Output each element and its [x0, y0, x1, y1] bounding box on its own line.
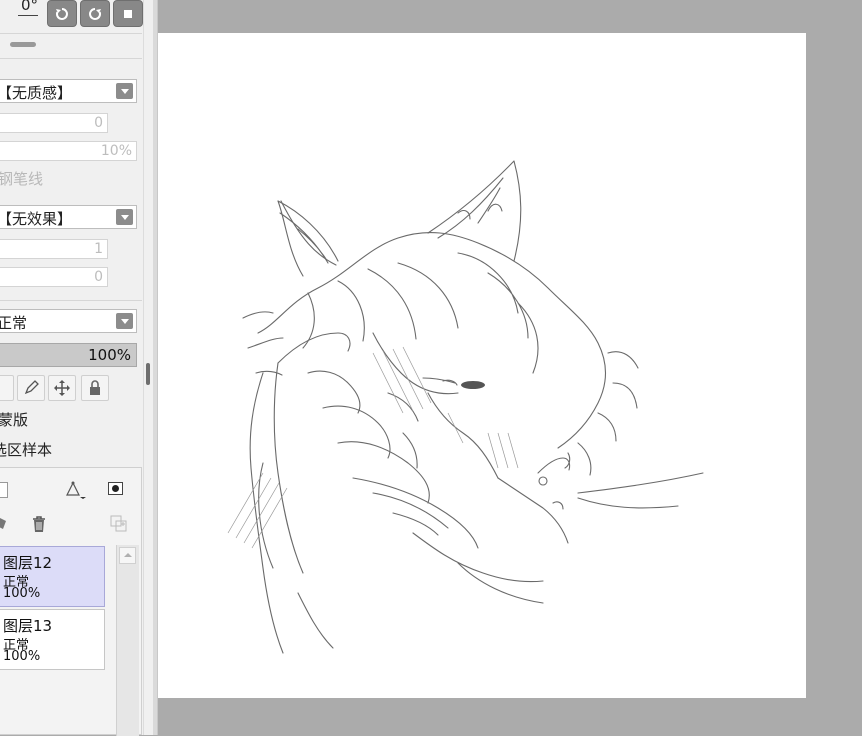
move-icon — [54, 380, 70, 396]
merge-layer-icon[interactable] — [109, 514, 129, 534]
layer-panel: 图层12 正常 100% 图层13 正常 100% — [0, 467, 142, 736]
rotate-ccw-button[interactable] — [47, 0, 77, 27]
layer-item[interactable]: 图层13 正常 100% — [0, 609, 105, 670]
mask-icon[interactable] — [108, 482, 123, 495]
panel-scroll-thumb[interactable] — [146, 363, 150, 385]
rotate-cw-icon — [89, 8, 102, 20]
layer-name: 图层12 — [3, 554, 53, 572]
move-lock-button[interactable] — [48, 375, 76, 401]
scroll-up-icon[interactable] — [119, 547, 136, 564]
chevron-down-icon[interactable] — [116, 209, 133, 225]
canvas[interactable] — [158, 33, 806, 698]
layer-opacity: 100% — [3, 649, 41, 664]
rotate-cw-button[interactable] — [80, 0, 110, 27]
reset-button[interactable] — [113, 0, 143, 27]
lock-icon — [90, 380, 100, 395]
texture-percent-field[interactable]: 10% — [0, 141, 137, 161]
pencil-icon — [24, 380, 39, 395]
reset-icon — [124, 10, 132, 18]
opacity-value: 100% — [88, 346, 131, 364]
texture-dropdown[interactable]: 【无质感】 — [0, 79, 137, 103]
opacity-slider[interactable]: 100% — [0, 343, 137, 367]
effect-value1-field[interactable]: 1 — [0, 239, 108, 259]
layer-list-scrollbar[interactable] — [116, 545, 139, 736]
pencil-lock-button[interactable] — [17, 375, 45, 401]
selection-sample-label[interactable]: 选区样本 — [0, 439, 52, 460]
chevron-down-icon[interactable] — [116, 83, 133, 99]
eraser-icon[interactable] — [0, 514, 11, 532]
zoom-slider-handle[interactable] — [10, 42, 36, 47]
tool-panel: 0° 【无质感】 0 10% 钢笔线 【无效果】 1 0 正常 100% 蒙版 … — [0, 0, 148, 736]
clip-mask-label[interactable]: 蒙版 — [0, 409, 28, 430]
trash-icon[interactable] — [29, 514, 49, 534]
layer-item[interactable]: 图层12 正常 100% — [0, 546, 105, 607]
layer-option-button[interactable] — [0, 375, 14, 401]
layer-opacity: 100% — [3, 586, 41, 601]
effect-dropdown[interactable]: 【无效果】 — [0, 205, 137, 229]
blend-mode-dropdown[interactable]: 正常 — [0, 309, 137, 333]
rotation-value[interactable]: 0° — [18, 0, 38, 16]
chevron-down-icon[interactable] — [116, 313, 133, 329]
vector-layer-icon[interactable] — [62, 479, 88, 501]
effect-value2-field[interactable]: 0 — [0, 267, 108, 287]
alpha-lock-button[interactable] — [81, 375, 109, 401]
new-layer-button[interactable] — [0, 482, 8, 498]
blend-mode-label: 正常 — [0, 314, 28, 332]
texture-value-field[interactable]: 0 — [0, 113, 108, 133]
layer-name: 图层13 — [3, 617, 53, 635]
pen-line-label: 钢笔线 — [0, 170, 44, 188]
texture-label: 【无质感】 — [0, 84, 73, 102]
rotate-ccw-icon — [55, 8, 68, 20]
effect-label: 【无效果】 — [0, 210, 73, 228]
sketch-drawing — [227, 160, 704, 654]
